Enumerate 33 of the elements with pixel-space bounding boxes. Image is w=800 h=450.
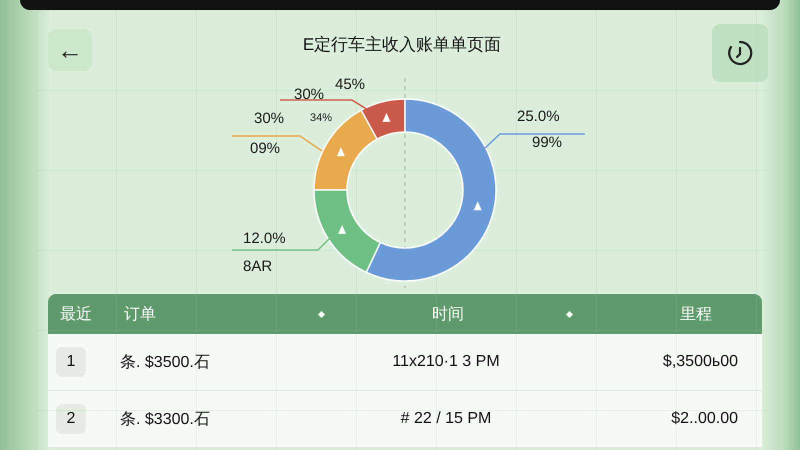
- percent-label: 34%: [310, 112, 332, 124]
- percent-label: 45%: [335, 76, 366, 93]
- table-row[interactable]: 2 条. $3300.石 # 22 / 15 PM $2..00.00: [48, 391, 762, 448]
- percent-label: 8AR: [243, 258, 272, 275]
- table-cell-text: 11x210·1 3 PM: [391, 353, 501, 371]
- table-cell-text: 条. $3300.石: [120, 410, 211, 430]
- table-cell-text: $,3500ь00: [662, 353, 739, 371]
- column-header[interactable]: 时间: [432, 304, 464, 324]
- table-cell-text: 条. $3500.石: [120, 352, 211, 372]
- history-button[interactable]: [712, 24, 768, 82]
- column-header[interactable]: 最近: [60, 304, 92, 324]
- table-row[interactable]: 1 条. $3500.石 11x210·1 3 PM $,3500ь00: [48, 334, 762, 391]
- percent-label: 30%: [254, 110, 284, 127]
- percent-label: 12.0%: [243, 230, 286, 247]
- marker-icon: [338, 224, 346, 234]
- back-button[interactable]: ←: [48, 29, 92, 71]
- percent-label: 09%: [250, 140, 280, 157]
- sort-icon[interactable]: [566, 310, 574, 318]
- marker-icon: [474, 201, 482, 210]
- row-number: 1: [56, 347, 86, 377]
- column-header[interactable]: 里程: [680, 304, 712, 324]
- sort-icon[interactable]: [318, 310, 326, 318]
- row-number: 2: [56, 404, 86, 434]
- clock-icon: [727, 40, 753, 66]
- marker-icon: [382, 112, 390, 122]
- table-cell-text: # 22 / 15 PM: [400, 410, 492, 428]
- percent-label: 25.0%: [517, 108, 560, 125]
- table-cell-text: $2..00.00: [670, 410, 739, 428]
- column-header[interactable]: 订单: [124, 304, 156, 324]
- page-title: E定行车主收入账单单页面: [302, 34, 502, 56]
- percent-label: 30%: [294, 86, 324, 103]
- percent-label: 99%: [532, 134, 562, 151]
- marker-icon: [336, 147, 345, 156]
